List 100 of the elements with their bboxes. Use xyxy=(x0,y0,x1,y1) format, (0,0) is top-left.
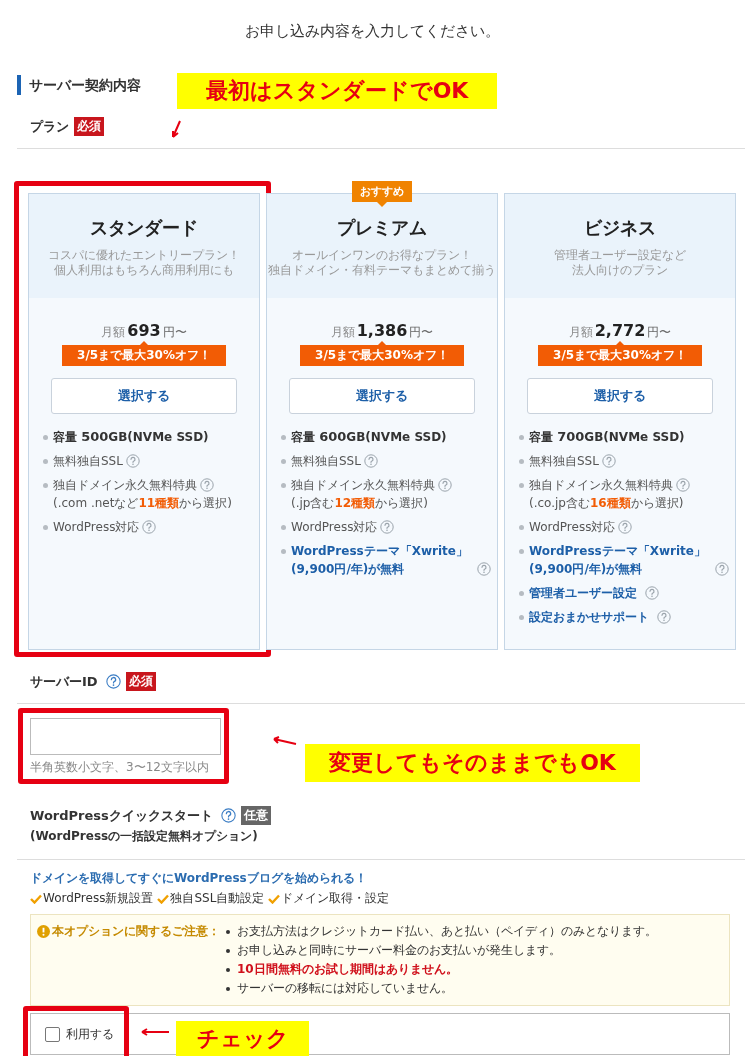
check-icon xyxy=(268,893,281,904)
bullet-icon xyxy=(519,615,524,620)
field-label: プラン xyxy=(30,117,69,136)
help-icon[interactable] xyxy=(142,520,157,534)
help-icon[interactable] xyxy=(601,454,616,468)
checkbox[interactable] xyxy=(45,1026,60,1042)
notice-item: 10日間無料のお試し期間はありません。 xyxy=(237,961,458,978)
help-icon[interactable] xyxy=(657,610,671,624)
bullet-icon xyxy=(281,525,286,530)
plan-name: スタンダード xyxy=(90,216,198,240)
notice-item: サーバーの移転には対応していません。 xyxy=(237,980,453,997)
select-button[interactable]: 選択する xyxy=(289,378,475,414)
field-label: サーバーID xyxy=(30,672,98,691)
promo-text: ドメインを取得してすぐにWordPressブログを始められる！ xyxy=(29,870,368,887)
bullet-icon xyxy=(43,435,48,440)
help-icon[interactable] xyxy=(363,454,378,468)
required-badge: 必須 xyxy=(74,117,104,136)
bullet-icon xyxy=(226,987,230,991)
feature-text: WordPress対応 xyxy=(53,519,140,536)
bullet-icon xyxy=(281,483,286,488)
checkbox-label[interactable]: 利用する xyxy=(66,1025,114,1043)
warning-icon xyxy=(37,925,50,938)
feature-note: (.co.jp含む16種類から選択) xyxy=(529,495,685,512)
bullet-icon xyxy=(281,549,286,554)
bullet-icon xyxy=(519,525,524,530)
feature-text: 独自ドメイン永久無料特典 xyxy=(529,477,673,494)
price-suffix: 円〜 xyxy=(409,324,434,341)
notice-item: お支払方法はクレジットカード払い、あと払い（ペイディ）のみとなります。 xyxy=(237,923,657,940)
feature-text: WordPress対応 xyxy=(529,519,616,536)
price-prefix: 月額 xyxy=(568,324,593,341)
bullet-icon xyxy=(519,483,524,488)
feature-text: 容量 700GB(NVMe SSD) xyxy=(529,428,685,446)
help-icon[interactable] xyxy=(645,586,659,600)
bullet-icon xyxy=(226,930,230,934)
feature-text: 独自ドメイン永久無料特典 xyxy=(291,477,435,494)
feature-text: 容量 500GB(NVMe SSD) xyxy=(53,428,209,446)
price: 693 xyxy=(127,321,161,340)
check-icon xyxy=(157,893,170,904)
bullet-icon xyxy=(226,949,230,953)
plan-name: プレミアム xyxy=(337,216,427,240)
feature-link[interactable]: 設定おまかせサポート xyxy=(529,608,649,626)
price-prefix: 月額 xyxy=(330,324,355,341)
annotation-callout: チェック xyxy=(176,1021,309,1056)
bullet-icon xyxy=(281,435,286,440)
field-subtitle: (WordPressの一括設定無料オプション) xyxy=(29,828,259,845)
bullet-icon xyxy=(43,459,48,464)
bullet-icon xyxy=(519,549,524,554)
feature-note: (.jp含む12種類から選択) xyxy=(291,495,429,512)
server-id-field[interactable] xyxy=(30,718,221,755)
section-title: サーバー契約内容 xyxy=(17,75,141,95)
annotation-callout: 最初はスタンダードでOK xyxy=(177,73,497,109)
feature-text: 独自ドメイン永久無料特典 xyxy=(53,477,197,494)
help-icon[interactable] xyxy=(125,454,140,468)
select-button[interactable]: 選択する xyxy=(527,378,713,414)
feature-link[interactable]: 管理者ユーザー設定 xyxy=(529,584,637,602)
benefit-text: WordPress新規設置 xyxy=(43,890,154,907)
annotation-arrow xyxy=(139,1027,171,1037)
plan-description: 管理者ユーザー設定など 法人向けのプラン xyxy=(554,248,686,278)
recommended-badge: おすすめ xyxy=(352,181,412,202)
field-hint: 半角英数小文字、3〜12文字以内 xyxy=(30,759,210,776)
help-icon[interactable] xyxy=(438,478,452,492)
help-icon[interactable] xyxy=(477,562,491,576)
benefit-text: 独自SSL自動設定 xyxy=(170,890,265,907)
bullet-icon xyxy=(519,435,524,440)
page-heading: お申し込み内容を入力してください。 xyxy=(244,21,501,42)
annotation-callout: 変更してもそのままでもOK xyxy=(305,744,640,782)
select-button[interactable]: 選択する xyxy=(51,378,237,414)
notice-title: 本オプションに関するご注意： xyxy=(52,923,220,940)
help-icon[interactable] xyxy=(105,674,121,689)
required-badge: 必須 xyxy=(125,672,156,691)
bullet-icon xyxy=(281,459,286,464)
annotation-arrow xyxy=(170,119,184,141)
badge-pointer xyxy=(140,341,148,345)
bullet-icon xyxy=(519,459,524,464)
feature-link[interactable]: WordPressテーマ「Xwrite」(9,900円/年)が無料 xyxy=(291,542,469,578)
price: 2,772 xyxy=(594,321,646,340)
help-icon[interactable] xyxy=(220,808,236,823)
help-icon[interactable] xyxy=(676,478,690,492)
feature-text: 無料独自SSL xyxy=(53,453,123,470)
bullet-icon xyxy=(519,591,524,596)
plan-description: オールインワンのお得なプラン！ 独自ドメイン・有料テーマもまとめて揃う xyxy=(268,248,496,278)
help-icon[interactable] xyxy=(715,562,729,576)
price-suffix: 円〜 xyxy=(647,324,672,341)
bullet-icon xyxy=(226,968,230,972)
price-prefix: 月額 xyxy=(101,324,126,341)
help-icon[interactable] xyxy=(200,478,214,492)
feature-link[interactable]: WordPressテーマ「Xwrite」(9,900円/年)が無料 xyxy=(529,542,707,578)
feature-text: 無料独自SSL xyxy=(291,453,361,470)
help-icon[interactable] xyxy=(618,520,633,534)
feature-note: (.com .netなど11種類から選択) xyxy=(53,495,232,512)
feature-text: WordPress対応 xyxy=(291,519,378,536)
plan-name: ビジネス xyxy=(584,216,656,240)
feature-text: 容量 600GB(NVMe SSD) xyxy=(291,428,447,446)
badge-pointer xyxy=(616,341,624,345)
plan-description: コスパに優れたエントリープラン！ 個人利用はもちろん商用利用にも xyxy=(48,248,240,278)
feature-text: 無料独自SSL xyxy=(529,453,599,470)
bullet-icon xyxy=(43,525,48,530)
help-icon[interactable] xyxy=(380,520,395,534)
field-label: WordPressクイックスタート xyxy=(30,806,213,825)
optional-badge: 任意 xyxy=(240,806,271,825)
